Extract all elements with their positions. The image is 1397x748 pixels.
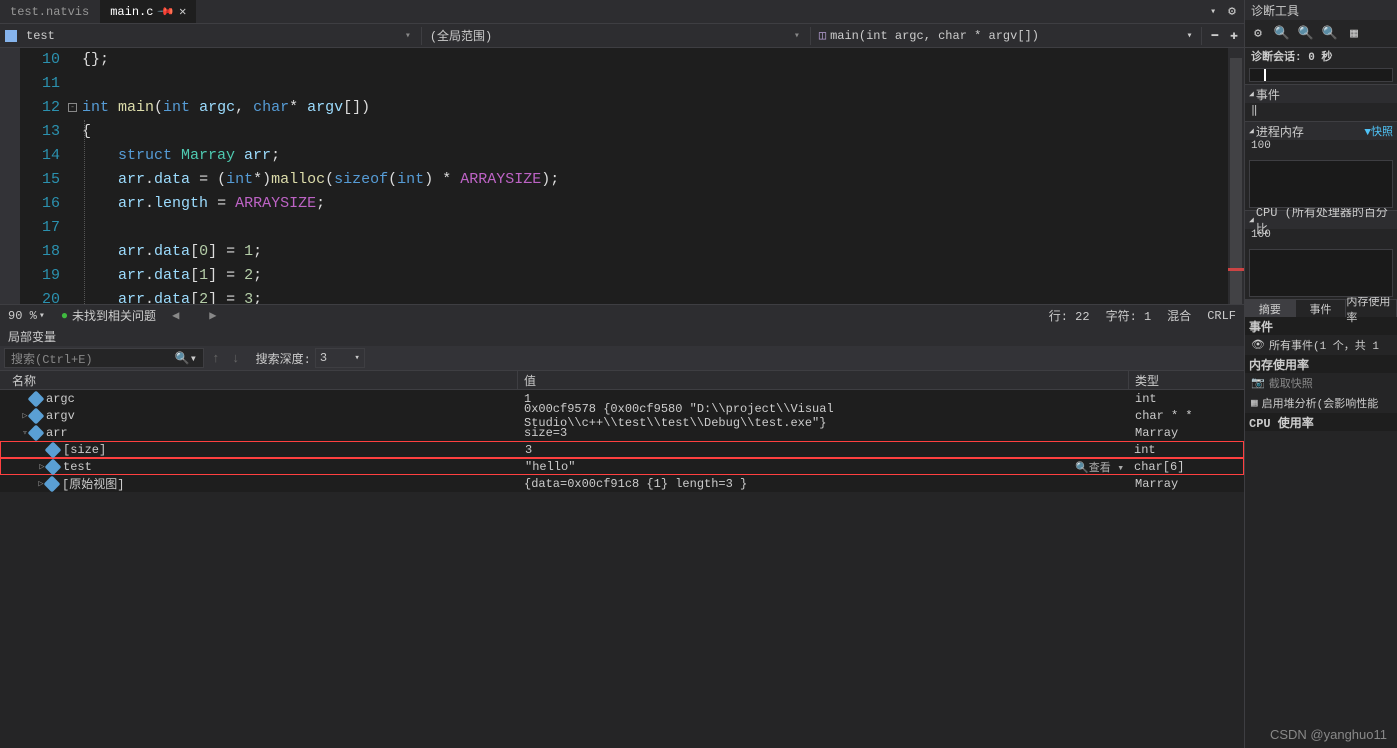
memory-value: 100 — [1245, 140, 1397, 158]
project-icon — [5, 30, 17, 42]
variable-icon — [28, 390, 45, 407]
status-ok-icon: ● — [61, 309, 68, 323]
variable-icon — [28, 407, 45, 424]
tab-summary[interactable]: 摘要 — [1245, 300, 1296, 317]
show-icon: 👁 — [1251, 338, 1265, 352]
tab-inactive[interactable]: test.natvis — [0, 0, 100, 23]
snapshot-link[interactable]: ▼快照 — [1364, 123, 1393, 139]
fold-toggle-icon[interactable]: - — [68, 103, 77, 112]
pin-icon[interactable]: 📌 — [156, 2, 176, 22]
events-all-row[interactable]: 👁所有事件(1 个，共 1 — [1245, 335, 1397, 355]
capture-snapshot-row[interactable]: 📷截取快照 — [1245, 373, 1397, 393]
events-pause-icon: ‖ — [1245, 103, 1397, 121]
nav-right-icon[interactable]: ▶ — [209, 308, 216, 323]
tab-dropdown-icon[interactable]: ▾ — [1206, 6, 1220, 18]
table-row[interactable]: ▿arrsize=3Marray — [0, 424, 1244, 441]
mode-indicator[interactable]: 混合 — [1159, 307, 1199, 324]
nav-bar: test▾ (全局范围)▾ ◫ main(int argc, char * ar… — [0, 24, 1244, 48]
cpu-heading: CPU 使用率 — [1245, 413, 1397, 431]
fold-gutter[interactable]: - — [68, 48, 82, 304]
tab-bar: test.natvis main.c 📌 ✕ ▾ ⚙ — [0, 0, 1244, 24]
nav-function[interactable]: ◫ main(int argc, char * argv[]) — [815, 24, 1043, 47]
enable-heap-row[interactable]: ▦启用堆分析(会影响性能 — [1245, 393, 1397, 413]
diag-zoom-out-icon[interactable]: 🔍 — [1321, 25, 1339, 43]
line-number-gutter: 10111213141516171819202122232425 — [20, 48, 68, 304]
split-icon[interactable]: ━ — [1206, 29, 1225, 43]
diag-settings-icon[interactable]: ⚙ — [1249, 25, 1267, 43]
search-icon[interactable]: 🔍▾ — [175, 351, 197, 366]
events-section-header[interactable]: ◢事件 — [1245, 85, 1397, 103]
camera-icon: 📷 — [1251, 376, 1265, 390]
diag-zoom-in-icon[interactable]: 🔍 — [1273, 25, 1291, 43]
variable-icon — [44, 475, 61, 492]
diag-tabs: 摘要 事件 内存使用率 — [1245, 299, 1397, 317]
search-input[interactable]: 搜索(Ctrl+E) 🔍▾ — [4, 348, 204, 368]
cpu-section-header[interactable]: ◢CPU (所有处理器的百分比 — [1245, 211, 1397, 229]
locals-body: argc1int▷argv0x00cf9578 {0x00cf9580 "D:\… — [0, 390, 1244, 492]
memory-heading: 内存使用率 — [1245, 355, 1397, 373]
diag-zoom-reset-icon[interactable]: 🔍 — [1297, 25, 1315, 43]
table-row[interactable]: [size]3int — [0, 441, 1244, 458]
locals-search-bar: 搜索(Ctrl+E) 🔍▾ ↑ ↓ 搜索深度: 3▾ — [0, 346, 1244, 370]
table-row[interactable]: ▷test"hello"🔍查看 ▾char[6] — [0, 458, 1244, 475]
diagnostics-toolbar: ⚙ 🔍 🔍 🔍 ▦ — [1245, 20, 1397, 48]
depth-label: 搜索深度: — [256, 350, 311, 367]
search-prev-icon[interactable]: ↑ — [208, 351, 224, 366]
cpu-graph[interactable] — [1249, 249, 1393, 297]
eol-indicator[interactable]: CRLF — [1199, 309, 1244, 323]
locals-header: 名称 值 类型 — [0, 370, 1244, 390]
zoom-level[interactable]: 90 %▾ — [0, 309, 53, 323]
view-link[interactable]: 🔍查看 ▾ — [1075, 459, 1124, 475]
search-next-icon[interactable]: ↓ — [228, 351, 244, 366]
memory-graph[interactable] — [1249, 160, 1393, 208]
tab-events[interactable]: 事件 — [1296, 300, 1347, 317]
close-icon[interactable]: ✕ — [179, 4, 186, 19]
col-indicator[interactable]: 字符: 1 — [1098, 307, 1160, 324]
variable-icon — [45, 441, 62, 458]
gear-icon[interactable]: ⚙ — [1220, 4, 1244, 19]
diag-session: 诊断会话: 0 秒 — [1245, 48, 1397, 66]
diagnostics-title: 诊断工具 — [1245, 0, 1397, 20]
add-icon[interactable]: ✚ — [1224, 28, 1244, 43]
watermark: CSDN @yanghuo11 — [1270, 727, 1387, 742]
col-type-header[interactable]: 类型 — [1129, 371, 1244, 389]
nav-left-icon[interactable]: ◀ — [172, 308, 179, 323]
table-row[interactable]: ▷[原始视图]{data=0x00cf91c8 {1} length=3 }Ma… — [0, 475, 1244, 492]
diagnostics-panel: 诊断工具 ⚙ 🔍 🔍 🔍 ▦ 诊断会话: 0 秒 ◢事件 ‖ ◢进程内存▼快照 … — [1244, 0, 1397, 748]
code-editor[interactable]: ◆▸ 10111213141516171819202122232425 - {}… — [0, 48, 1244, 304]
vertical-scrollbar[interactable] — [1228, 48, 1244, 304]
nav-project[interactable]: test▾ — [22, 24, 417, 47]
tab-memory[interactable]: 内存使用率 — [1346, 300, 1397, 317]
line-indicator[interactable]: 行: 22 — [1041, 307, 1098, 324]
nav-scope[interactable]: (全局范围)▾ — [426, 24, 806, 47]
col-name-header[interactable]: 名称 — [0, 371, 518, 389]
editor-status-bar: 90 %▾ ● 未找到相关问题 ◀ ▶ 行: 22 字符: 1 混合 CRLF — [0, 304, 1244, 326]
table-row[interactable]: ▷argv0x00cf9578 {0x00cf9580 "D:\\project… — [0, 407, 1244, 424]
scrollbar-marker — [1228, 268, 1244, 271]
issues-text: 未找到相关问题 — [72, 307, 156, 324]
memory-section-header[interactable]: ◢进程内存▼快照 — [1245, 122, 1397, 140]
depth-select[interactable]: 3▾ — [315, 348, 365, 368]
col-value-header[interactable]: 值 — [518, 371, 1129, 389]
locals-panel-title: 局部变量 — [0, 326, 1244, 346]
variable-icon — [28, 424, 45, 441]
heap-icon: ▦ — [1251, 396, 1258, 410]
variable-icon — [45, 458, 62, 475]
tab-active[interactable]: main.c 📌 ✕ — [100, 0, 197, 23]
breakpoint-gutter[interactable]: ◆▸ — [0, 48, 20, 304]
diag-last-icon[interactable]: ▦ — [1345, 25, 1363, 43]
code-content[interactable]: {};int main(int argc, char* argv[]){ str… — [82, 48, 1244, 304]
diag-timeline-graph[interactable] — [1249, 68, 1393, 82]
